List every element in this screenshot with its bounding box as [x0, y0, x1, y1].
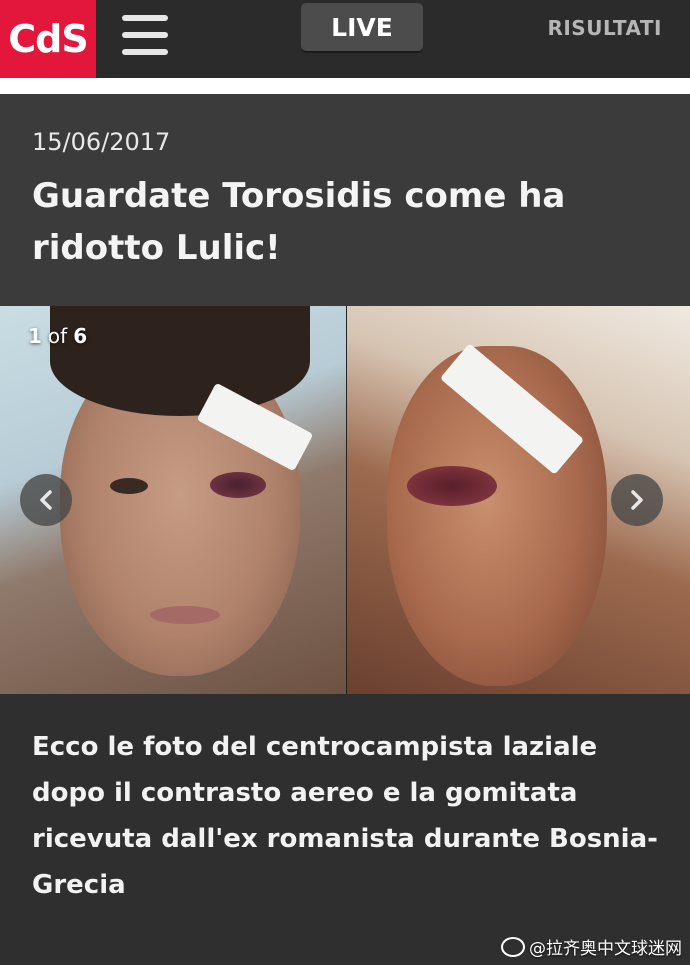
watermark-text: @拉齐奥中文球迷网 — [529, 939, 682, 959]
chevron-right-icon — [631, 490, 643, 510]
weibo-icon — [501, 936, 525, 957]
gallery-prev-button[interactable] — [20, 474, 72, 526]
gallery-total: 6 — [73, 324, 88, 348]
article-date: 15/06/2017 — [32, 128, 171, 156]
header-divider — [0, 78, 690, 94]
top-navigation-bar: CdS LIVE RISULTATI — [0, 0, 690, 78]
gallery-current-index: 1 — [28, 324, 42, 348]
gallery-of-label: of — [47, 324, 68, 348]
photo-gallery[interactable] — [0, 306, 690, 694]
article-title: Guardate Torosidis come ha ridotto Lulic… — [32, 176, 566, 268]
gallery-next-button[interactable] — [611, 474, 663, 526]
gallery-counter: 1 of 6 — [28, 324, 87, 348]
article-caption: Ecco le foto del centrocampista laziale … — [32, 732, 658, 900]
cds-logo[interactable]: CdS — [0, 0, 96, 78]
live-button[interactable]: LIVE — [301, 3, 423, 51]
weibo-watermark: @拉齐奥中文球迷网 — [501, 934, 682, 959]
chevron-left-icon — [40, 490, 52, 510]
hamburger-menu-icon[interactable] — [122, 15, 168, 55]
results-link[interactable]: RISULTATI — [547, 16, 662, 40]
